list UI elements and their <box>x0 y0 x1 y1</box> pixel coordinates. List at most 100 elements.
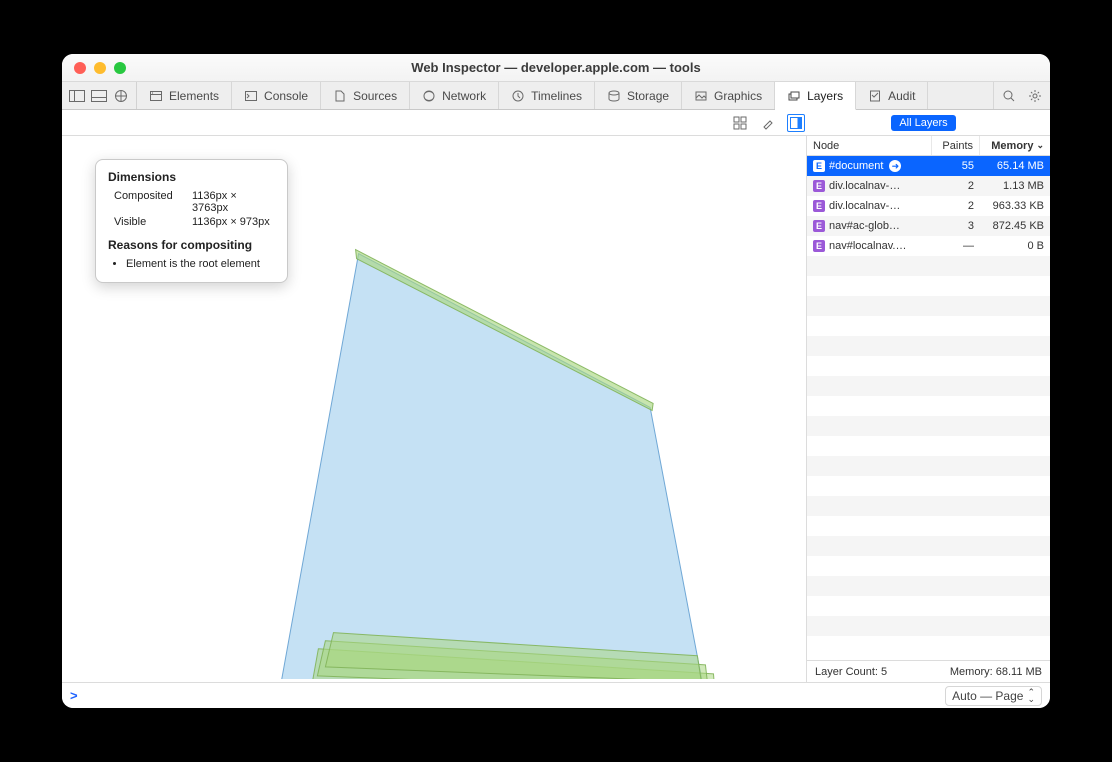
scope-label: Auto — Page <box>952 689 1023 703</box>
memory-value: 1.13 MB <box>980 180 1050 192</box>
dock-controls <box>62 82 137 109</box>
table-row[interactable]: Enav#localnav.… — 0 B <box>807 236 1050 256</box>
element-badge-icon: E <box>813 160 825 172</box>
col-paints[interactable]: Paints <box>932 136 980 155</box>
tab-label: Timelines <box>531 89 582 103</box>
elements-icon <box>149 89 163 103</box>
element-badge-icon: E <box>813 220 825 232</box>
chevron-up-down-icon: ⌃⌄ <box>1027 689 1035 703</box>
element-badge-icon: E <box>813 200 825 212</box>
dock-bottom-icon[interactable] <box>90 87 108 105</box>
tab-graphics[interactable]: Graphics <box>682 82 775 109</box>
paints-value: 2 <box>932 200 980 212</box>
navigation-subbar: All Layers <box>62 110 1050 136</box>
chevron-down-icon: ⌄ <box>1036 140 1044 151</box>
settings-gear-icon[interactable] <box>1026 87 1044 105</box>
node-name: nav#ac-glob… <box>829 220 900 232</box>
reasons-heading: Reasons for compositing <box>108 238 275 252</box>
tab-storage[interactable]: Storage <box>595 82 682 109</box>
layer-count: Layer Count: 5 <box>815 666 887 678</box>
memory-value: 872.45 KB <box>980 220 1050 232</box>
layer-details-popover: Dimensions Composited 1136px × 3763px Vi… <box>95 159 288 283</box>
tab-label: Storage <box>627 89 669 103</box>
tab-label: Console <box>264 89 308 103</box>
undock-icon[interactable] <box>112 87 130 105</box>
timelines-icon <box>511 89 525 103</box>
composited-value: 1136px × 3763px <box>192 190 275 214</box>
paints-value: 3 <box>932 220 980 232</box>
paint-brush-icon[interactable] <box>759 114 777 132</box>
minimize-window-button[interactable] <box>94 62 106 74</box>
go-to-node-icon[interactable]: ➜ <box>889 160 901 172</box>
dimensions-grid: Composited 1136px × 3763px Visible 1136p… <box>108 190 275 228</box>
tab-network[interactable]: Network <box>410 82 499 109</box>
traffic-lights <box>62 62 126 74</box>
layers-sidebar: Node Paints Memory ⌄ E #document ➜ 55 65.1… <box>806 136 1050 682</box>
node-name: #document <box>829 160 883 172</box>
tab-elements[interactable]: Elements <box>137 82 232 109</box>
col-memory-label: Memory <box>991 140 1033 152</box>
node-name: div.localnav-… <box>829 180 900 192</box>
dock-side-icon[interactable] <box>68 87 86 105</box>
paints-value: — <box>932 240 980 252</box>
tab-label: Audit <box>888 89 915 103</box>
table-row[interactable]: E #document ➜ 55 65.14 MB <box>807 156 1050 176</box>
tab-label: Elements <box>169 89 219 103</box>
search-icon[interactable] <box>1000 87 1018 105</box>
toolbar-right <box>993 82 1050 109</box>
tab-sources[interactable]: Sources <box>321 82 410 109</box>
element-badge-icon: E <box>813 240 825 252</box>
element-badge-icon: E <box>813 180 825 192</box>
paints-value: 2 <box>932 180 980 192</box>
memory-value: 0 B <box>980 240 1050 252</box>
navigation-tabs: Elements Console Sources Network Timelin… <box>137 82 993 109</box>
toggle-right-sidebar-icon[interactable] <box>787 114 805 132</box>
col-node[interactable]: Node <box>807 136 932 155</box>
layers-table-body: E #document ➜ 55 65.14 MB Ediv.localnav-… … <box>807 156 1050 660</box>
table-row[interactable]: Ediv.localnav-… 2 1.13 MB <box>807 176 1050 196</box>
composited-label: Composited <box>114 190 188 214</box>
console-prompt-icon[interactable]: > <box>70 688 78 703</box>
network-icon <box>422 89 436 103</box>
console-drawer: > Auto — Page ⌃⌄ <box>62 682 1050 708</box>
dimensions-heading: Dimensions <box>108 170 275 184</box>
tab-label: Network <box>442 89 486 103</box>
toolbar: Elements Console Sources Network Timelin… <box>62 82 1050 110</box>
console-icon <box>244 89 258 103</box>
node-name: nav#localnav.… <box>829 240 906 252</box>
reasons-list: Element is the root element <box>108 258 275 270</box>
layers-footer: Layer Count: 5 Memory: 68.11 MB <box>807 660 1050 682</box>
reason-item: Element is the root element <box>126 258 275 270</box>
total-memory: Memory: 68.11 MB <box>950 666 1042 678</box>
titlebar: Web Inspector — developer.apple.com — to… <box>62 54 1050 82</box>
memory-value: 65.14 MB <box>980 160 1050 172</box>
tab-console[interactable]: Console <box>232 82 321 109</box>
audit-icon <box>868 89 882 103</box>
col-memory[interactable]: Memory ⌄ <box>980 136 1050 155</box>
memory-value: 963.33 KB <box>980 200 1050 212</box>
tab-layers[interactable]: Layers <box>775 82 856 110</box>
execution-context-picker[interactable]: Auto — Page ⌃⌄ <box>945 686 1042 706</box>
node-name: div.localnav-… <box>829 200 900 212</box>
window-title: Web Inspector — developer.apple.com — to… <box>62 60 1050 75</box>
inspector-window: Web Inspector — developer.apple.com — to… <box>62 54 1050 708</box>
storage-icon <box>607 89 621 103</box>
all-layers-filter[interactable]: All Layers <box>891 115 955 131</box>
layers-icon <box>787 89 801 103</box>
tab-audit[interactable]: Audit <box>856 82 928 109</box>
graphics-icon <box>694 89 708 103</box>
paints-value: 55 <box>932 160 980 172</box>
tab-label: Graphics <box>714 89 762 103</box>
sources-icon <box>333 89 347 103</box>
grid-view-icon[interactable] <box>731 114 749 132</box>
visible-value: 1136px × 973px <box>192 216 275 228</box>
zoom-window-button[interactable] <box>114 62 126 74</box>
tab-label: Sources <box>353 89 397 103</box>
close-window-button[interactable] <box>74 62 86 74</box>
layers-table-header: Node Paints Memory ⌄ <box>807 136 1050 156</box>
visible-label: Visible <box>114 216 188 228</box>
table-row[interactable]: Ediv.localnav-… 2 963.33 KB <box>807 196 1050 216</box>
table-row[interactable]: Enav#ac-glob… 3 872.45 KB <box>807 216 1050 236</box>
tab-timelines[interactable]: Timelines <box>499 82 595 109</box>
tab-label: Layers <box>807 89 843 103</box>
